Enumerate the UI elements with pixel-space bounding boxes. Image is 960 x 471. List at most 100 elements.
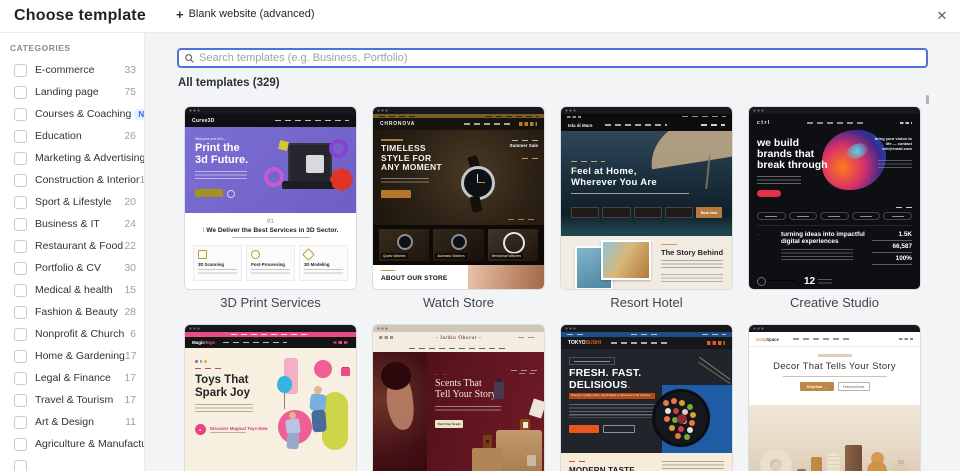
template-card-sushi: TOKYOSUSHI FRESH. FAST. DELISIOUS. Premi… (560, 324, 733, 471)
site-navbar: ctrl (757, 118, 912, 128)
category-checkbox[interactable] (14, 239, 27, 253)
site-body: ctrl we build brands that break through (749, 114, 920, 289)
about-heading: ABOUT OUR STORE (381, 275, 448, 282)
template-thumbnail-perfume[interactable]: - Jardin Obscur - — — Scents That Tell Y… (372, 324, 545, 471)
brand-part-2: SUSHI (585, 340, 601, 346)
template-thumbnail-resort-hotel[interactable]: Isla di Mare Feel at Home, Wherever You … (560, 106, 733, 290)
category-count: 33 (124, 64, 136, 76)
social-icons (567, 115, 581, 118)
category-label: Sport & Lifestyle (35, 196, 112, 208)
sidebar-item-art-design[interactable]: Art & Design 11 (0, 411, 144, 433)
scanning-icon (198, 250, 207, 259)
category-label: Mechanical Watches (489, 253, 523, 259)
template-thumbnail-sushi[interactable]: TOKYOSUSHI FRESH. FAST. DELISIOUS. Premi… (560, 324, 733, 471)
hero-line-2: 3d Future. (195, 153, 249, 166)
template-thumbnail-3d-print-services[interactable]: Curve3D Welcome and let's... Print the 3… (184, 106, 357, 290)
category-checkbox[interactable] (14, 437, 27, 451)
stats-column: 1.5K 66,587 100% (870, 231, 912, 265)
sidebar-item-restaurant-food[interactable]: Restaurant & Food 22 (0, 235, 144, 257)
sidebar-item-fashion-beauty[interactable]: Fashion & Beauty 28 (0, 301, 144, 323)
hero-line-1: TIMELESS (381, 143, 426, 153)
category-checkbox[interactable] (14, 85, 27, 99)
category-checkbox[interactable] (14, 393, 27, 407)
hero-paragraph (435, 406, 501, 413)
category-label: Portfolio & CV (35, 262, 101, 274)
dot (204, 360, 207, 363)
search-bar[interactable] (177, 48, 928, 68)
category-label: Education (35, 130, 82, 142)
sidebar-item-portfolio-cv[interactable]: Portfolio & CV 30 (0, 257, 144, 279)
blank-website-button[interactable]: + Blank website (advanced) (176, 6, 315, 22)
all-templates-heading: All templates (329) (178, 77, 280, 89)
sidebar-item-home-gardening[interactable]: Home & Gardening 17 (0, 345, 144, 367)
close-button[interactable]: ✕ (932, 6, 952, 26)
template-thumbnail-decor[interactable]: CozySpace Decor That Tells Your Story Sh… (748, 324, 921, 471)
scrollbar[interactable] (926, 95, 929, 104)
hero-eyebrow (571, 161, 605, 162)
hero-heading: Print the 3d Future. (195, 142, 249, 166)
sale-label: Summer Sale (509, 143, 538, 148)
category-checkbox[interactable] (14, 305, 27, 319)
sidebar-item-construction-interior[interactable]: Construction & Interior16 (0, 169, 144, 191)
category-checkbox[interactable] (14, 129, 27, 143)
side-note-line (511, 370, 539, 371)
template-thumbnail-creative-studio[interactable]: ctrl we build brands that break through (748, 106, 921, 290)
sidebar-item-courses-coaching[interactable]: Courses & CoachingNew8 (0, 103, 144, 125)
section-heading-text: We Deliver the Best Services in 3D Secto… (206, 227, 339, 234)
template-card-decor: CozySpace Decor That Tells Your Story Sh… (748, 324, 921, 471)
watch-icon (451, 234, 468, 250)
cta-row: Shop Now → Featured Items (749, 382, 920, 392)
category-tiles: Quartz Watches Automatic Watches Mechani… (373, 225, 544, 265)
category-checkbox[interactable] (14, 173, 27, 187)
template-card-watch-store: CHRONOVA TIMELESS STYLE FOR ANY MOMENT S… (372, 106, 545, 315)
hero-cta-button: Find Your Scent (435, 420, 463, 428)
category-tile: Mechanical Watches (487, 229, 538, 261)
sidebar-item-agriculture-manufacturing[interactable]: Agriculture & Manufacturing9 (0, 433, 144, 455)
category-checkbox[interactable] (14, 371, 27, 385)
category-checkbox[interactable] (14, 349, 27, 363)
bottle-cap (497, 378, 501, 382)
sidebar-item-sport-lifestyle[interactable]: Sport & Lifestyle 20 (0, 191, 144, 213)
sidebar-item-medical-health[interactable]: Medical & health 15 (0, 279, 144, 301)
hero-line-1: Feel at Home, (571, 166, 637, 177)
feature-card: 3D Scanning (193, 245, 242, 281)
plus-icon: + (176, 6, 184, 22)
template-card-resort-hotel: Isla di Mare Feel at Home, Wherever You … (560, 106, 733, 315)
category-checkbox[interactable] (14, 261, 27, 275)
sidebar-item-e-commerce[interactable]: E-commerce 33 (0, 59, 144, 81)
window-controls-icon (561, 107, 732, 114)
sidebar-item-marketing-advertising[interactable]: Marketing & Advertising25 (0, 147, 144, 169)
contact-block: bring your vision to life — contact ctrl… (872, 136, 912, 151)
category-checkbox[interactable] (14, 327, 27, 341)
feature-cards: 3D Scanning Post-Processing 3D Modeling (185, 240, 356, 281)
category-checkbox[interactable] (14, 195, 27, 209)
nav-links (792, 338, 851, 340)
about-eyebrow (381, 270, 395, 272)
sidebar-item-nonprofit-church[interactable]: Nonprofit & Church 6 (0, 323, 144, 345)
shop-link (522, 158, 538, 159)
sidebar-item-landing-page[interactable]: Landing page 75 (0, 81, 144, 103)
hero-line-2: Spark Joy (195, 386, 250, 399)
search-input[interactable] (199, 52, 920, 64)
accent-mark: \ (202, 227, 205, 234)
sidebar-item-travel-tourism[interactable]: Travel & Tourism 17 (0, 389, 144, 411)
template-thumbnail-toys[interactable]: MagicToys Toys That Spark Joy ▸ Discover… (184, 324, 357, 471)
category-checkbox[interactable] (14, 283, 27, 297)
sidebar-item-business-it[interactable]: Business & IT 24 (0, 213, 144, 235)
site-header: - Jardin Obscur - (373, 332, 544, 352)
category-checkbox[interactable] (14, 63, 27, 77)
ribbed-vase-shape (827, 453, 840, 471)
template-thumbnail-watch-store[interactable]: CHRONOVA TIMELESS STYLE FOR ANY MOMENT S… (372, 106, 545, 290)
category-checkbox[interactable] (14, 459, 27, 471)
sidebar-item-partial[interactable] (0, 455, 144, 471)
category-checkbox[interactable] (14, 217, 27, 231)
category-checkbox[interactable] (14, 151, 27, 165)
side-note (509, 370, 539, 374)
donut-vase-shape (760, 449, 792, 471)
sidebar-item-education[interactable]: Education 26 (0, 125, 144, 147)
sidebar-item-legal-finance[interactable]: Legal & Finance 17 (0, 367, 144, 389)
social-icons (900, 122, 912, 124)
tag-pill (788, 212, 818, 220)
category-checkbox[interactable] (14, 107, 27, 121)
category-checkbox[interactable] (14, 415, 27, 429)
